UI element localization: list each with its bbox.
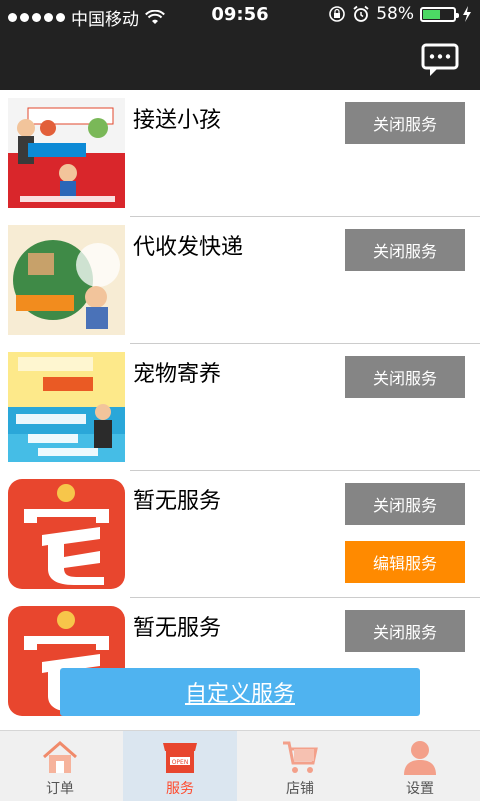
close-service-button[interactable]: 关闭服务	[345, 356, 465, 398]
charging-icon	[463, 6, 471, 22]
close-service-button[interactable]: 关闭服务	[345, 102, 465, 144]
tab-orders[interactable]: 订单	[0, 731, 120, 801]
parcel-thumbnail	[8, 225, 125, 335]
tab-services[interactable]: OPEN 服务	[123, 731, 237, 801]
user-icon	[404, 741, 436, 775]
tab-label: 订单	[46, 781, 74, 797]
tab-label: 服务	[166, 781, 194, 797]
child-pickup-thumbnail	[8, 98, 125, 208]
close-service-button[interactable]: 关闭服务	[345, 610, 465, 652]
service-list[interactable]: 接送小孩 关闭服务 代收发快递 关闭服务 宠物寄养 关闭服务 暂无服务 关闭服务…	[0, 90, 480, 730]
zhai-logo-thumbnail	[8, 479, 125, 589]
service-title: 代收发快递	[133, 235, 244, 260]
service-title: 接送小孩	[133, 108, 222, 133]
battery-icon	[420, 6, 459, 22]
service-item: 暂无服务 关闭服务 编辑服务	[0, 471, 480, 596]
status-bar: 中国移动 09:56 58%	[0, 0, 480, 30]
pet-boarding-thumbnail	[8, 352, 125, 462]
svg-text:OPEN: OPEN	[172, 759, 189, 766]
tab-settings[interactable]: 设置	[360, 731, 480, 801]
service-item: 代收发快递 关闭服务	[0, 217, 480, 342]
cart-icon	[283, 741, 318, 773]
nav-bar	[0, 30, 480, 90]
edit-service-button[interactable]: 编辑服务	[345, 541, 465, 583]
tab-label: 店铺	[286, 781, 314, 797]
service-item: 接送小孩 关闭服务	[0, 90, 480, 215]
rotation-lock-icon	[329, 6, 346, 22]
home-icon	[43, 741, 77, 773]
battery-percent: 58%	[376, 4, 414, 24]
service-title: 宠物寄养	[133, 362, 222, 387]
service-title: 暂无服务	[133, 489, 222, 514]
service-item: 宠物寄养 关闭服务	[0, 344, 480, 469]
tab-store[interactable]: 店铺	[240, 731, 360, 801]
tab-bar: 订单 OPEN 服务 店铺 设置	[0, 730, 480, 801]
tab-label: 设置	[406, 781, 434, 797]
close-service-button[interactable]: 关闭服务	[345, 229, 465, 271]
custom-service-button[interactable]: 自定义服务	[60, 668, 420, 716]
shop-open-icon: OPEN	[163, 743, 197, 773]
close-service-button[interactable]: 关闭服务	[345, 483, 465, 525]
message-icon[interactable]	[420, 42, 460, 78]
alarm-icon	[353, 5, 369, 22]
service-title: 暂无服务	[133, 616, 222, 641]
